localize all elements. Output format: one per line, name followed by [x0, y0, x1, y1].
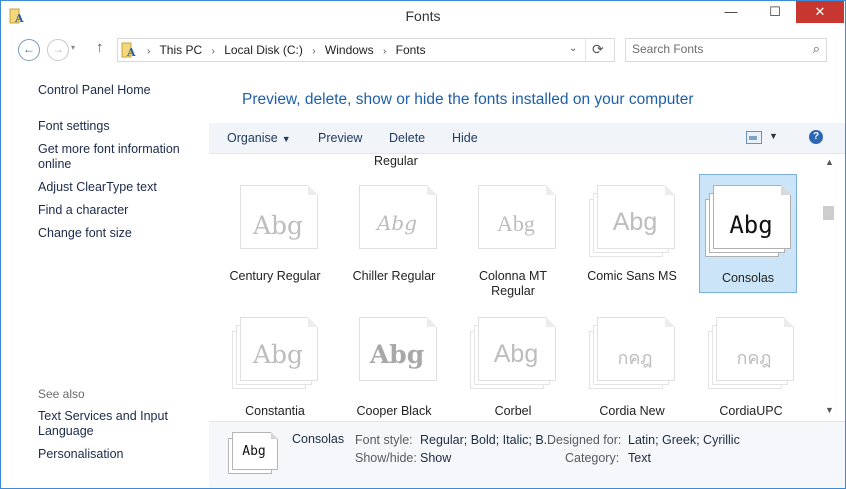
font-tile-cooper-black[interactable]: Abg Cooper Black: [346, 311, 442, 421]
sidebar-font-settings[interactable]: Font settings: [38, 119, 203, 134]
font-tile-century[interactable]: Abg Century Regular: [227, 179, 323, 296]
maximize-button[interactable]: ☐: [753, 1, 797, 23]
font-tile-constantia[interactable]: Abg Constantia: [227, 311, 323, 421]
refresh-icon[interactable]: ⟳: [592, 41, 604, 58]
hide-button[interactable]: Hide: [452, 131, 478, 145]
font-tile-comic-sans[interactable]: Abg Comic Sans MS: [584, 179, 680, 296]
sidebar-find-character[interactable]: Find a character: [38, 203, 203, 218]
font-tile-corbel[interactable]: Abg Corbel: [465, 311, 561, 421]
address-divider: [585, 39, 586, 61]
show-hide-value: Show: [420, 451, 452, 465]
font-sample: Abg: [729, 211, 773, 239]
see-also-heading: See also: [38, 387, 85, 401]
selected-font-icon: Abg: [228, 428, 280, 476]
breadcrumb-local-disk[interactable]: Local Disk (C:): [224, 43, 303, 57]
font-sample: Abg: [252, 340, 304, 369]
breadcrumb: › This PC › Local Disk (C:) › Windows › …: [141, 43, 426, 57]
title-bar: A Fonts — ☐ ✕: [1, 1, 845, 31]
font-sample: Abg: [497, 211, 535, 236]
preview-button[interactable]: Preview: [318, 131, 362, 145]
fonts-window: A Fonts — ☐ ✕ ← → ▾ ↑ A › This PC › Loca…: [0, 0, 846, 489]
breadcrumb-separator[interactable]: ›: [383, 46, 386, 57]
font-sample: Abg: [376, 211, 418, 235]
address-dropdown-icon[interactable]: ⌄: [569, 43, 577, 54]
font-name: Comic Sans MS: [587, 269, 677, 283]
font-sample: กคฎ: [736, 348, 772, 368]
command-bar: Organise ▼ Preview Delete Hide ▼ ?: [209, 123, 845, 154]
font-style-label: Font style:: [355, 433, 413, 447]
chevron-down-icon: ▼: [281, 134, 291, 144]
forward-button[interactable]: →: [47, 39, 69, 61]
font-tile-cordiaupc[interactable]: กคฎ CordiaUPC: [703, 311, 799, 421]
scroll-thumb[interactable]: [823, 206, 834, 220]
search-input[interactable]: [632, 42, 802, 56]
font-tile-colonna[interactable]: Abg Colonna MT Regular: [465, 179, 561, 298]
font-tile-consolas[interactable]: Abg Consolas: [699, 174, 797, 293]
delete-button[interactable]: Delete: [389, 131, 425, 145]
font-name: Corbel: [494, 404, 532, 418]
sidebar-more-font-info[interactable]: Get more font information online: [38, 142, 203, 172]
organise-button[interactable]: Organise ▼: [227, 131, 291, 145]
close-button[interactable]: ✕: [796, 1, 844, 23]
fonts-location-icon: A: [121, 42, 136, 59]
change-view-icon[interactable]: [746, 131, 762, 144]
font-name: Chiller Regular: [352, 269, 436, 283]
vertical-scrollbar[interactable]: ▲ ▼: [821, 154, 838, 421]
font-grid: Regular Abg Century Regular Abg Chiller …: [209, 154, 821, 421]
font-tile-chiller[interactable]: Abg Chiller Regular: [346, 179, 442, 296]
sidebar-text-services[interactable]: Text Services and Input Language: [38, 409, 203, 439]
designed-for-value: Latin; Greek; Cyrillic: [628, 433, 740, 447]
minimize-button[interactable]: —: [709, 1, 753, 23]
scroll-down-icon[interactable]: ▼: [825, 405, 834, 415]
organise-label: Organise: [227, 131, 278, 145]
category-value: Text: [628, 451, 651, 465]
scroll-up-icon[interactable]: ▲: [825, 157, 834, 167]
selected-font-name: Consolas: [292, 432, 345, 446]
recent-locations-icon[interactable]: ▾: [71, 43, 75, 52]
font-sample: กคฎ: [617, 348, 653, 368]
help-icon[interactable]: ?: [809, 130, 823, 144]
font-name: Constantia: [245, 404, 305, 418]
category-label: Category:: [565, 451, 620, 465]
page-heading: Preview, delete, show or hide the fonts …: [242, 91, 694, 108]
font-tile-cordia-new[interactable]: กคฎ Cordia New: [584, 311, 680, 421]
sidebar-control-panel-home[interactable]: Control Panel Home: [38, 83, 203, 98]
font-sample: Abg: [493, 340, 539, 368]
font-name: Colonna MT Regular: [478, 269, 548, 298]
show-hide-label: Show/hide:: [355, 451, 417, 465]
address-bar-row: ← → ▾ ↑ A › This PC › Local Disk (C:) › …: [1, 31, 845, 71]
breadcrumb-separator[interactable]: ›: [312, 46, 315, 57]
sidebar-change-font-size[interactable]: Change font size: [38, 226, 203, 241]
font-name: Century Regular: [229, 269, 321, 283]
up-button[interactable]: ↑: [96, 39, 104, 56]
font-style-value: Regular; Bold; Italic; B...: [420, 433, 555, 447]
font-name: Consolas: [721, 271, 775, 285]
font-sample: Abg: [369, 340, 425, 369]
breadcrumb-separator[interactable]: ›: [212, 46, 215, 57]
sidebar-adjust-cleartype[interactable]: Adjust ClearType text: [38, 180, 203, 195]
font-sample: Abg: [612, 208, 658, 236]
svg-text:A: A: [126, 46, 136, 59]
view-options-caret-icon[interactable]: ▼: [769, 131, 778, 141]
breadcrumb-separator[interactable]: ›: [147, 46, 150, 57]
sidebar: Control Panel Home Font settings Get mor…: [1, 71, 209, 461]
address-box[interactable]: A › This PC › Local Disk (C:) › Windows …: [117, 38, 615, 62]
font-sample: Abg: [252, 211, 304, 240]
sidebar-personalisation[interactable]: Personalisation: [38, 447, 203, 462]
breadcrumb-windows[interactable]: Windows: [325, 43, 374, 57]
details-pane: Abg Consolas Font style: Regular; Bold; …: [209, 421, 845, 488]
back-button[interactable]: ←: [18, 39, 40, 61]
font-name: CordiaUPC: [719, 404, 783, 418]
main-pane: Preview, delete, show or hide the fonts …: [209, 71, 845, 421]
font-name: Cooper Black: [356, 404, 432, 418]
selected-font-sample: Abg: [242, 444, 266, 459]
partial-tile-label: Regular: [374, 154, 418, 168]
breadcrumb-fonts[interactable]: Fonts: [396, 43, 426, 57]
search-box[interactable]: ⌕: [625, 38, 827, 62]
search-icon[interactable]: ⌕: [813, 41, 820, 57]
breadcrumb-this-pc[interactable]: This PC: [159, 43, 202, 57]
font-name: Cordia New: [599, 404, 665, 418]
designed-for-label: Designed for:: [547, 433, 622, 447]
